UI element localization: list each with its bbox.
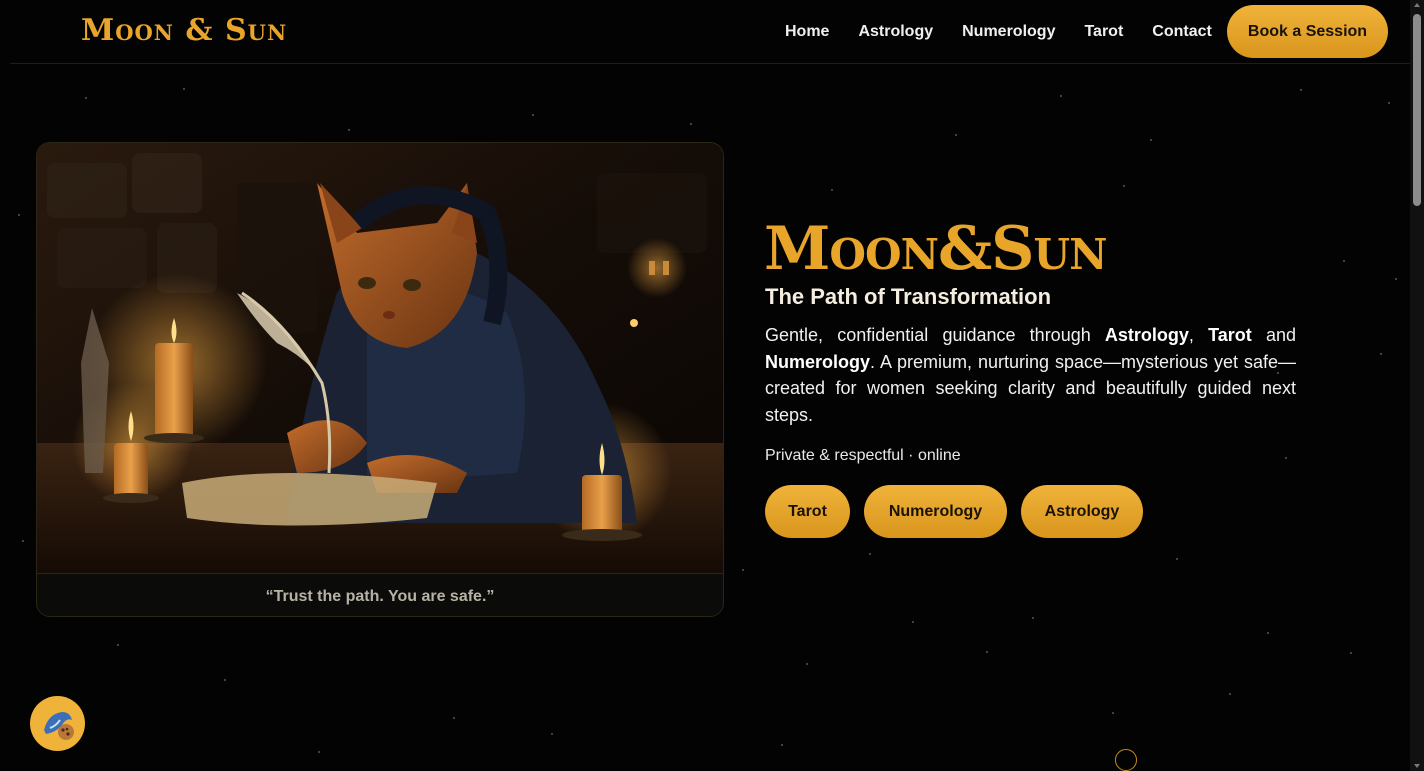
site-logo[interactable]: Moon & Sun — [81, 13, 287, 48]
site-header: Moon & Sun Home Astrology Numerology Tar… — [10, 0, 1410, 64]
hero-note: Private & respectful · online — [765, 447, 961, 464]
astrology-button[interactable]: Astrology — [1021, 485, 1143, 538]
numerology-button[interactable]: Numerology — [864, 485, 1007, 538]
desc-bold-numerology: Numerology — [765, 351, 871, 372]
scroll-up-icon[interactable] — [1414, 3, 1420, 7]
desc-text-3: and — [1251, 325, 1296, 345]
service-pills: Tarot Numerology Astrology — [765, 485, 1157, 538]
nav-astrology[interactable]: Astrology — [858, 23, 933, 41]
tarot-button[interactable]: Tarot — [765, 485, 850, 538]
hero-quote: “Trust the path. You are safe.” — [37, 573, 723, 616]
desc-text-1: Gentle, confidential guidance through — [765, 325, 1105, 345]
hero-subtitle: The Path of Transformation — [765, 284, 1052, 309]
cookie-mascot-icon — [43, 711, 74, 740]
page-scrollbar[interactable] — [1410, 0, 1424, 771]
main-nav: Home Astrology Numerology Tarot Contact — [785, 23, 1241, 41]
desc-bold-tarot: Tarot — [1208, 325, 1252, 345]
desc-text-2: , — [1188, 325, 1209, 345]
nav-numerology[interactable]: Numerology — [962, 23, 1055, 41]
book-session-button[interactable]: Book a Session — [1227, 5, 1388, 58]
scroll-indicator-ring — [1115, 749, 1137, 771]
hero-description: Gentle, confidential guidance through As… — [765, 322, 1296, 428]
hero-title: Moon&Sun — [764, 214, 1107, 284]
hero-image-card: “Trust the path. You are safe.” — [36, 142, 724, 617]
hooded-cat-writing-by-candlelight-image — [37, 143, 723, 573]
desc-bold-astrology: Astrology — [1104, 325, 1189, 345]
cookie-settings-button[interactable] — [30, 696, 85, 751]
scroll-down-icon[interactable] — [1414, 764, 1420, 768]
nav-contact[interactable]: Contact — [1152, 23, 1212, 41]
nav-tarot[interactable]: Tarot — [1084, 23, 1123, 41]
nav-home[interactable]: Home — [785, 23, 829, 41]
scrollbar-thumb[interactable] — [1413, 14, 1421, 206]
